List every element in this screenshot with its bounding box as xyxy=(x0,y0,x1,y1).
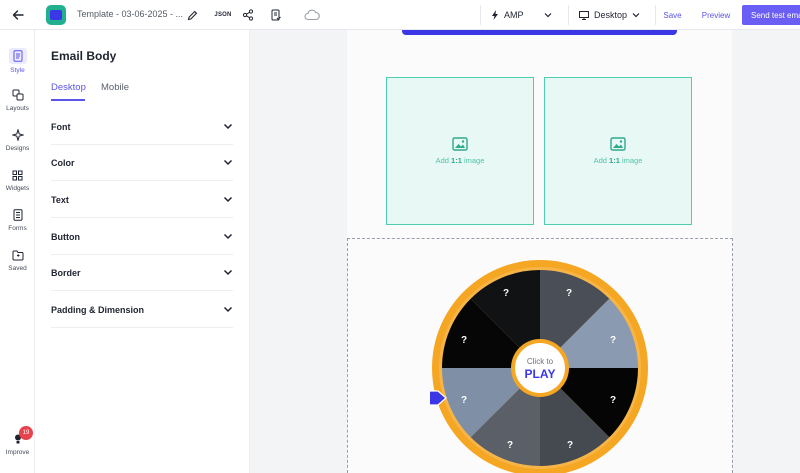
rail-item-designs[interactable]: Designs xyxy=(0,128,35,152)
segment-mark: ? xyxy=(610,335,616,346)
accordion-label: Button xyxy=(51,231,80,242)
label-prefix: Add xyxy=(435,156,452,165)
panel-title: Email Body xyxy=(51,49,117,63)
aspect-ratio: 1:1 xyxy=(451,156,462,165)
accordion-padding-dimension[interactable]: Padding & Dimension xyxy=(51,292,233,328)
accordion-border[interactable]: Border xyxy=(51,255,233,291)
rail-label: Designs xyxy=(5,145,30,152)
forms-icon xyxy=(11,208,25,222)
accordion-text[interactable]: Text xyxy=(51,182,233,218)
segment-mark: ? xyxy=(507,440,513,451)
image-icon xyxy=(452,137,468,151)
label-suffix: image xyxy=(461,156,485,165)
banner-block[interactable] xyxy=(402,30,677,35)
preview-button[interactable]: Preview xyxy=(696,5,736,25)
widgets-icon xyxy=(11,168,25,182)
json-button[interactable]: JSON xyxy=(214,7,232,23)
chevron-down-icon xyxy=(223,123,233,130)
tab-mobile[interactable]: Mobile xyxy=(101,82,129,93)
rail-item-saved[interactable]: Saved xyxy=(0,248,35,272)
rail-label: Forms xyxy=(8,225,27,232)
share-icon[interactable] xyxy=(240,7,256,23)
image-placeholder[interactable]: Add 1:1 image xyxy=(544,77,692,225)
segment-mark: ? xyxy=(566,288,572,299)
accordion-font[interactable]: Font xyxy=(51,109,233,145)
chevron-down-icon xyxy=(632,13,640,18)
monitor-icon xyxy=(579,10,589,20)
play-button-subtitle: Click to xyxy=(527,357,554,366)
rail-item-forms[interactable]: Forms xyxy=(0,208,35,232)
test-checklist-icon[interactable] xyxy=(268,7,284,23)
rail-label: Improve xyxy=(5,449,30,456)
accordion-label: Padding & Dimension xyxy=(51,304,145,315)
save-button[interactable]: Save xyxy=(655,5,689,25)
rail-label: Widgets xyxy=(5,185,30,192)
app-logo[interactable] xyxy=(46,5,66,25)
chevron-down-icon xyxy=(544,13,552,18)
left-rail: Style Layouts Designs Widgets Forms Save… xyxy=(0,30,35,473)
email-canvas: Add 1:1 image Add 1:1 image ? ? ? ? ? ? … xyxy=(250,30,800,473)
amp-select-label: AMP xyxy=(504,10,524,20)
active-tab-indicator xyxy=(51,99,85,101)
device-select[interactable]: Desktop xyxy=(568,5,648,25)
chevron-down-icon xyxy=(223,233,233,240)
amp-select[interactable]: AMP xyxy=(480,5,560,25)
device-select-label: Desktop xyxy=(593,10,628,20)
back-arrow-icon[interactable] xyxy=(10,7,26,23)
image-placeholder[interactable]: Add 1:1 image xyxy=(386,77,534,225)
accordion-label: Font xyxy=(51,121,71,132)
label-prefix: Add xyxy=(593,156,610,165)
image-placeholder-label: Add 1:1 image xyxy=(594,156,643,165)
settings-panel: Email Body Desktop Mobile Font Color Tex… xyxy=(35,30,250,473)
accordion-button[interactable]: Button xyxy=(51,219,233,255)
rail-item-style[interactable]: Style xyxy=(0,48,35,74)
style-icon xyxy=(8,48,27,64)
rail-item-widgets[interactable]: Widgets xyxy=(0,168,35,192)
top-bar: Template - 03-06-2025 - ... JSON AMP Des… xyxy=(0,0,800,30)
segment-mark: ? xyxy=(610,395,616,406)
segment-mark: ? xyxy=(567,440,573,451)
json-label: JSON xyxy=(214,12,232,18)
image-placeholder-label: Add 1:1 image xyxy=(436,156,485,165)
rail-label: Saved xyxy=(8,265,27,272)
layouts-icon xyxy=(11,88,25,102)
image-icon xyxy=(610,137,626,151)
play-button-label: PLAY xyxy=(525,367,556,381)
rail-label: Style xyxy=(10,67,25,74)
notification-badge: 19 xyxy=(19,426,33,440)
rail-item-layouts[interactable]: Layouts xyxy=(0,88,35,112)
accordion-color[interactable]: Color xyxy=(51,145,233,181)
accordion-label: Text xyxy=(51,194,69,205)
chevron-down-icon xyxy=(223,269,233,276)
tab-desktop[interactable]: Desktop xyxy=(51,82,86,93)
edit-pencil-icon[interactable] xyxy=(184,7,200,23)
segment-mark: ? xyxy=(461,335,467,346)
label-suffix: image xyxy=(619,156,643,165)
spin-wheel[interactable]: ? ? ? ? ? ? ? ? Click to PLAY xyxy=(430,258,650,473)
cloud-sync-icon xyxy=(303,7,321,23)
accordion-label: Border xyxy=(51,267,81,278)
aspect-ratio: 1:1 xyxy=(609,156,620,165)
chevron-down-icon xyxy=(223,306,233,313)
segment-mark: ? xyxy=(461,395,467,406)
send-test-email-button[interactable]: Send test email xyxy=(742,5,800,25)
chevron-down-icon xyxy=(223,159,233,166)
rail-label: Layouts xyxy=(6,105,29,112)
segment-mark: ? xyxy=(503,288,509,299)
accordion-label: Color xyxy=(51,157,75,168)
chevron-down-icon xyxy=(223,196,233,203)
designs-icon xyxy=(11,128,25,142)
saved-icon xyxy=(11,248,25,262)
template-name[interactable]: Template - 03-06-2025 - ... xyxy=(77,9,183,19)
lightning-icon xyxy=(492,10,498,20)
